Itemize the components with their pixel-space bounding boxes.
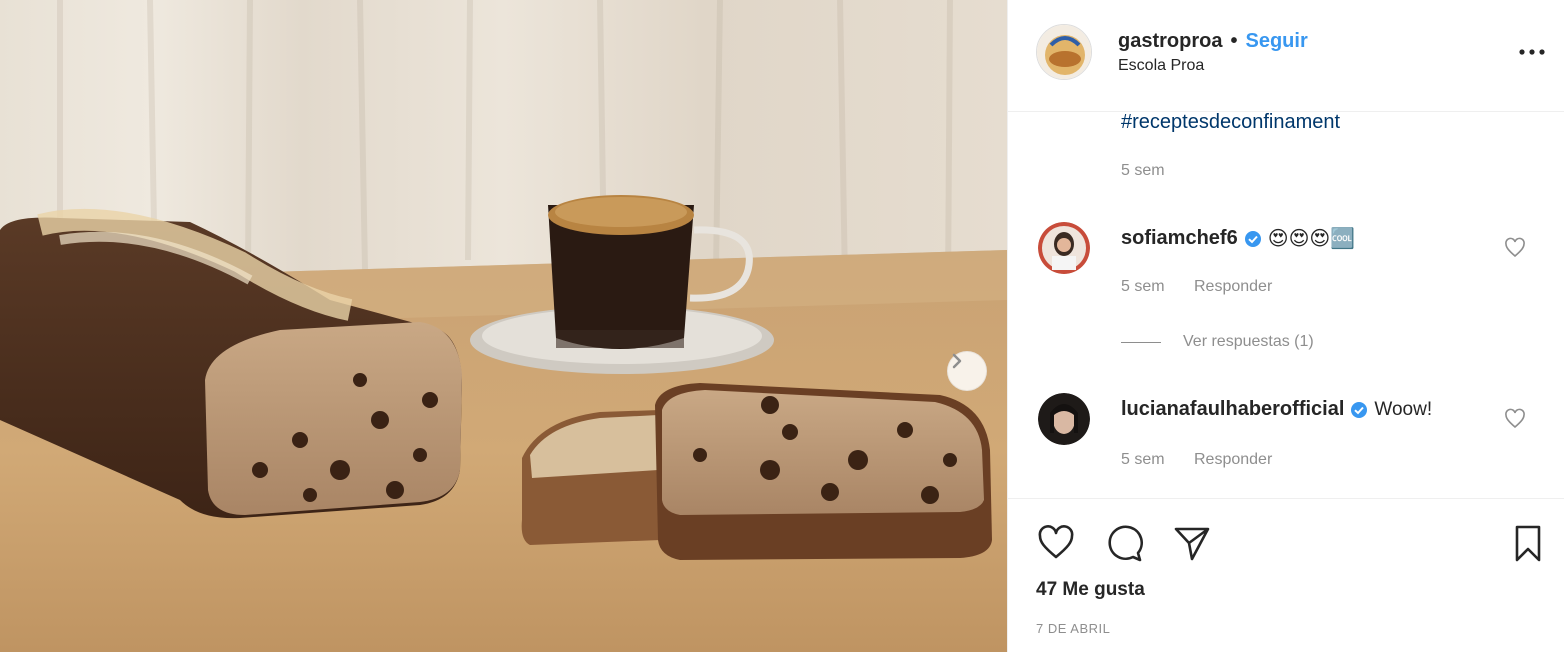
comment-row: sofiamchef6 😍😍😍🆒 [1121, 227, 1355, 250]
reply-button[interactable]: Responder [1194, 451, 1272, 469]
caption-hashtag[interactable]: #receptesdeconfinament [1121, 111, 1340, 134]
post-date[interactable]: 7 DE ABRIL [1036, 621, 1110, 636]
comment-username[interactable]: sofiamchef6 [1121, 227, 1238, 250]
like-comment-heart-icon[interactable] [1503, 236, 1527, 260]
more-options-icon [1519, 49, 1545, 55]
commenter-avatar[interactable] [1038, 393, 1090, 445]
reply-button[interactable]: Responder [1194, 278, 1272, 296]
post-location[interactable]: Escola Proa [1118, 57, 1204, 75]
next-arrow-icon [952, 353, 962, 369]
commenter-avatar[interactable] [1038, 222, 1090, 274]
caption-time: 5 sem [1121, 162, 1165, 179]
like-button[interactable] [1034, 521, 1078, 565]
replies-divider [1121, 341, 1161, 343]
more-options-button[interactable] [1516, 36, 1548, 68]
post-header: gastroproa • Seguir Escola Proa [1008, 0, 1564, 112]
next-photo-button[interactable] [947, 351, 987, 391]
post-sidebar: gastroproa • Seguir Escola Proa #recepte… [1007, 0, 1564, 652]
bookmark-icon [1515, 525, 1541, 562]
verified-badge-icon [1244, 230, 1261, 247]
post-actions: 47 Me gusta 7 DE ABRIL [1008, 498, 1564, 652]
comment-username[interactable]: lucianafaulhaberofficial [1121, 398, 1344, 421]
view-replies-button[interactable]: Ver respuestas (1) [1121, 333, 1314, 351]
author-line: gastroproa • Seguir [1118, 30, 1308, 53]
comment-time: 5 sem [1121, 278, 1165, 295]
follow-button[interactable]: Seguir [1245, 30, 1307, 53]
comment-button[interactable] [1102, 521, 1146, 565]
cake-and-coffee-image [0, 0, 1007, 652]
share-icon [1174, 527, 1210, 561]
save-button[interactable] [1506, 521, 1550, 565]
like-comment-heart-icon[interactable] [1503, 407, 1527, 431]
post-photo[interactable] [0, 0, 1007, 652]
comment-text: 😍😍😍🆒 [1267, 227, 1356, 250]
comment-row: lucianafaulhaberofficial Woow! [1121, 398, 1432, 421]
comment-text: Woow! [1374, 398, 1433, 420]
heart-icon [1038, 525, 1074, 559]
comment-icon [1108, 525, 1143, 562]
view-replies-label: Ver respuestas (1) [1183, 333, 1314, 350]
verified-badge-icon [1351, 401, 1368, 418]
separator-dot: • [1230, 30, 1238, 52]
comment-time: 5 sem [1121, 451, 1165, 468]
author-avatar[interactable] [1036, 24, 1092, 80]
likes-count[interactable]: 47 Me gusta [1036, 579, 1145, 601]
author-username[interactable]: gastroproa [1118, 30, 1222, 53]
share-button[interactable] [1170, 521, 1214, 565]
